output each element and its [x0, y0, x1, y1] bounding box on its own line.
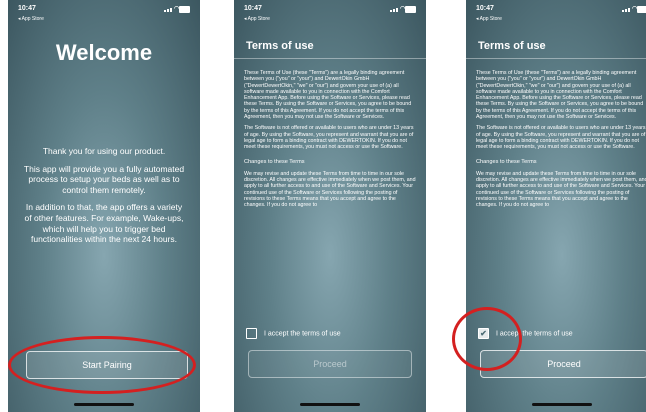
welcome-title: Welcome: [55, 40, 153, 65]
signal-wifi-battery-icon: ◠: [390, 6, 416, 13]
status-bar: 10:47 ◂ App Store ◠: [244, 3, 416, 22]
title-divider: [234, 58, 426, 59]
terms-paragraph: These Terms of Use (these "Terms") are a…: [244, 70, 412, 121]
back-to-app-store-link[interactable]: ◂ App Store: [244, 16, 270, 22]
accept-terms-row[interactable]: I accept the terms of use: [246, 328, 341, 340]
accept-terms-label: I accept the terms of use: [263, 330, 341, 338]
proceed-button[interactable]: Proceed: [248, 350, 412, 378]
status-time: 10:47: [18, 5, 36, 12]
terms-section-heading: Changes to these Terms: [476, 158, 537, 165]
status-time: 10:47: [476, 5, 494, 12]
signal-wifi-battery-icon: ◠: [622, 6, 646, 13]
back-to-app-store-link[interactable]: ◂ App Store: [18, 16, 44, 22]
title-divider: [466, 58, 646, 59]
home-indicator[interactable]: [74, 403, 134, 406]
highlight-circle: [452, 307, 522, 371]
welcome-description: Thank you for using our product. This ap…: [22, 146, 186, 252]
welcome-paragraph: In addition to that, the app offers a va…: [24, 202, 184, 245]
terms-title: Terms of use: [246, 40, 314, 52]
terms-paragraph: These Terms of Use (these "Terms") are a…: [476, 70, 644, 121]
terms-paragraph: We may revise and update these Terms fro…: [244, 170, 416, 209]
terms-section-heading: Changes to these Terms: [244, 158, 305, 165]
terms-title: Terms of use: [478, 40, 546, 52]
terms-text-scroll[interactable]: These Terms of Use (these "Terms") are a…: [244, 70, 418, 317]
terms-paragraph: We may revise and update these Terms fro…: [476, 170, 646, 209]
status-bar: 10:47 ◂ App Store ◠: [18, 3, 190, 22]
welcome-paragraph: Thank you for using our product.: [42, 146, 166, 156]
welcome-paragraph: This app will provide you a fully automa…: [23, 163, 185, 195]
terms-text-scroll[interactable]: These Terms of Use (these "Terms") are a…: [476, 70, 646, 317]
terms-paragraph: The Software is not offered or available…: [244, 125, 414, 151]
highlight-circle: [8, 336, 196, 394]
status-time: 10:47: [244, 5, 262, 12]
status-bar: 10:47 ◂ App Store ◠: [476, 3, 646, 22]
back-to-app-store-link[interactable]: ◂ App Store: [476, 16, 502, 22]
terms-screen: 10:47 ◂ App Store ◠ Terms of use These T…: [234, 0, 426, 412]
signal-wifi-battery-icon: ◠: [164, 6, 190, 13]
home-indicator[interactable]: [532, 403, 592, 406]
terms-paragraph: The Software is not offered or available…: [476, 125, 646, 151]
accept-terms-checkbox[interactable]: [246, 328, 257, 339]
home-indicator[interactable]: [300, 403, 360, 406]
